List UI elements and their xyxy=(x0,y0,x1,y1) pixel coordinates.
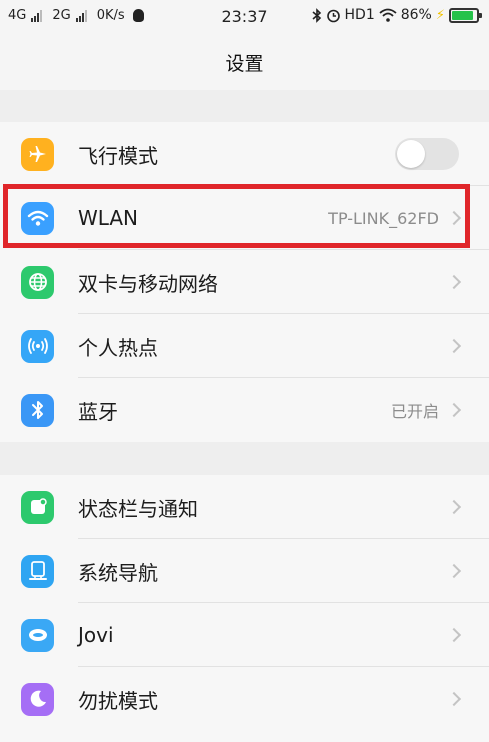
bluetooth-status: 已开启 xyxy=(390,402,439,421)
globe-icon xyxy=(21,265,54,299)
row-label: 状态栏与通知 xyxy=(78,496,198,521)
notification-icon xyxy=(21,490,54,524)
bluetooth-status-icon xyxy=(311,7,321,23)
status-bar: 4G 2G 0K/s 23:37 HD1 86% ⚡ xyxy=(0,0,489,34)
moon-icon xyxy=(21,682,54,716)
alarm-icon xyxy=(326,9,340,22)
hotspot-icon xyxy=(21,329,54,363)
chevron-right-icon xyxy=(446,274,462,290)
chevron-right-icon xyxy=(446,338,462,354)
chevron-right-icon xyxy=(446,691,462,707)
settings-group-2: 状态栏与通知 系统导航 Jovi 勿扰模式 xyxy=(0,475,489,742)
row-label: 蓝牙 xyxy=(78,399,118,424)
chevron-right-icon xyxy=(446,402,462,418)
wifi-icon xyxy=(21,201,54,235)
row-dual-sim-network[interactable]: 双卡与移动网络 xyxy=(0,250,489,314)
settings-screen: 4G 2G 0K/s 23:37 HD1 86% ⚡ 设置 飞行模式 WLAN … xyxy=(0,0,489,742)
row-wlan[interactable]: WLAN TP-LINK_62FD xyxy=(0,186,489,250)
row-label: WLAN xyxy=(78,206,139,230)
row-do-not-disturb[interactable]: 勿扰模式 xyxy=(0,667,489,731)
chevron-right-icon xyxy=(446,210,462,226)
charging-icon: ⚡ xyxy=(435,7,445,23)
title-bar: 设置 xyxy=(0,34,489,90)
airplane-icon xyxy=(21,137,54,171)
row-statusbar-notifications[interactable]: 状态栏与通知 xyxy=(0,475,489,539)
row-system-navigation[interactable]: 系统导航 xyxy=(0,539,489,603)
row-label: 双卡与移动网络 xyxy=(78,271,218,296)
row-label: Jovi xyxy=(78,623,114,647)
hd-label: HD1 xyxy=(344,7,375,23)
chevron-right-icon xyxy=(446,499,462,515)
row-label: 飞行模式 xyxy=(78,143,158,168)
chevron-right-icon xyxy=(446,563,462,579)
row-label: 系统导航 xyxy=(78,560,158,585)
wlan-network-name: TP-LINK_62FD xyxy=(328,208,439,228)
section-gap xyxy=(0,442,489,475)
wifi-status-icon xyxy=(379,8,397,22)
toggle-knob xyxy=(397,140,425,168)
row-personal-hotspot[interactable]: 个人热点 xyxy=(0,314,489,378)
page-title: 设置 xyxy=(225,52,264,75)
settings-group-1: 飞行模式 WLAN TP-LINK_62FD 双卡与移动网络 个人热点 蓝牙 已… xyxy=(0,122,489,442)
row-label: 勿扰模式 xyxy=(78,688,158,713)
row-airplane-mode[interactable]: 飞行模式 xyxy=(0,122,489,186)
row-jovi[interactable]: Jovi xyxy=(0,603,489,667)
row-bluetooth[interactable]: 蓝牙 已开启 xyxy=(0,378,489,442)
jovi-icon xyxy=(21,618,54,652)
battery-icon xyxy=(449,7,482,23)
section-gap xyxy=(0,90,489,122)
chevron-right-icon xyxy=(446,627,462,643)
bluetooth-icon xyxy=(21,393,54,427)
status-right: HD1 86% ⚡ xyxy=(311,7,482,23)
airplane-toggle[interactable] xyxy=(395,138,459,170)
navigation-icon xyxy=(21,554,54,588)
row-label: 个人热点 xyxy=(78,335,158,360)
battery-percent: 86% xyxy=(400,7,432,23)
